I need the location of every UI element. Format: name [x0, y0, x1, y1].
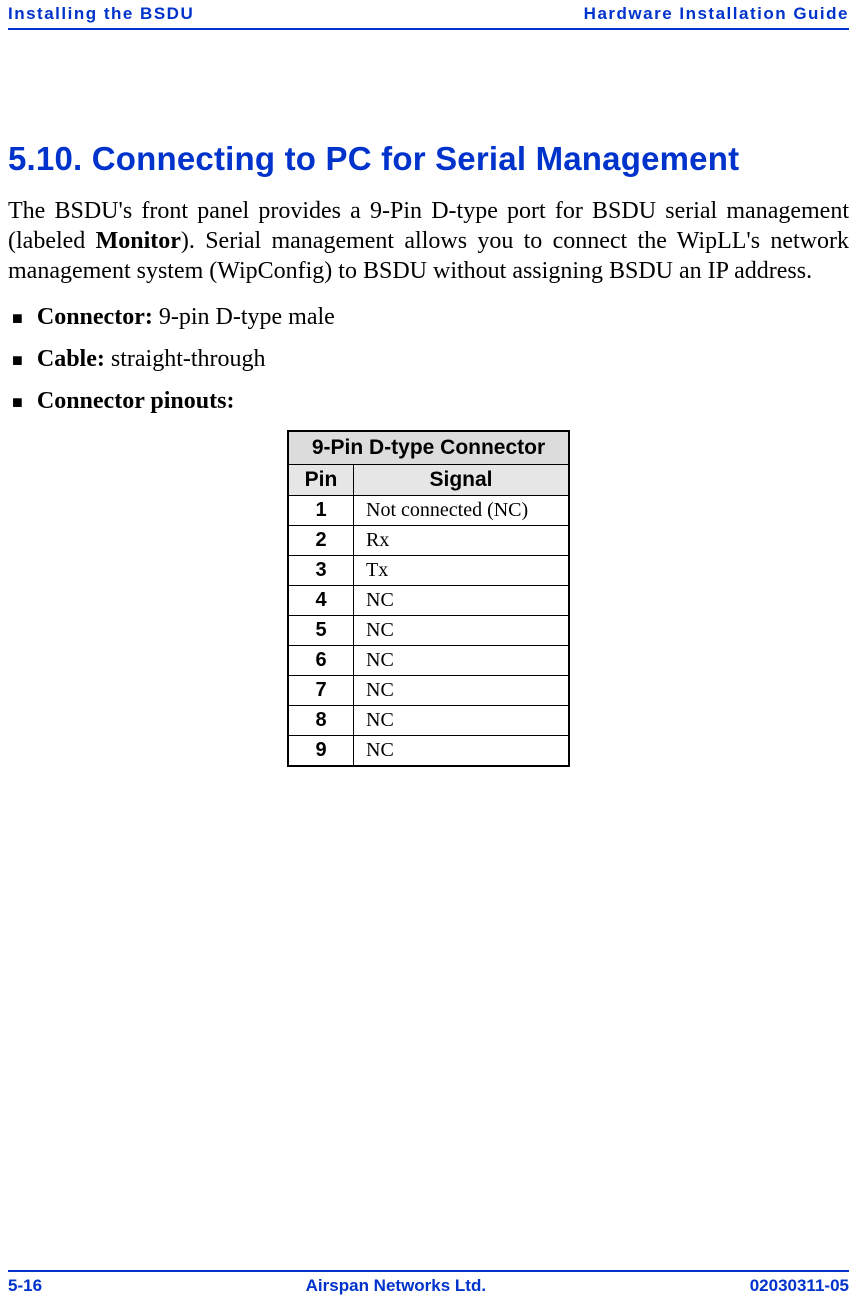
square-bullet-icon: ■ [12, 346, 23, 374]
pin-cell: 3 [288, 556, 354, 586]
signal-cell: NC [354, 706, 570, 736]
signal-cell: Rx [354, 526, 570, 556]
list-item-text: Cable: straight-through [37, 346, 849, 373]
signal-cell: Tx [354, 556, 570, 586]
list-item-value: 9-pin D-type male [153, 304, 335, 330]
pin-cell: 1 [288, 496, 354, 526]
pin-cell: 4 [288, 586, 354, 616]
page-header: Installing the BSDU Hardware Installatio… [0, 0, 857, 24]
table-row: 9NC [288, 736, 569, 767]
table-title-row: 9-Pin D-type Connector [288, 431, 569, 465]
footer-left-page: 5-16 [8, 1276, 42, 1296]
signal-cell: NC [354, 736, 570, 767]
table-row: 5NC [288, 616, 569, 646]
col-header-pin: Pin [288, 465, 354, 496]
signal-cell: NC [354, 586, 570, 616]
square-bullet-icon: ■ [12, 304, 23, 332]
intro-paragraph: The BSDU's front panel provides a 9-Pin … [8, 196, 849, 286]
list-item-label: Connector: [37, 304, 153, 330]
square-bullet-icon: ■ [12, 388, 23, 416]
pin-cell: 9 [288, 736, 354, 767]
list-item: ■ Connector: 9-pin D-type male [8, 304, 849, 332]
content-area: 5.10. Connecting to PC for Serial Manage… [0, 140, 857, 767]
list-item-text: Connector pinouts: [37, 388, 849, 415]
pin-cell: 5 [288, 616, 354, 646]
table-row: 2Rx [288, 526, 569, 556]
pin-cell: 8 [288, 706, 354, 736]
header-right: Hardware Installation Guide [584, 4, 849, 24]
signal-cell: NC [354, 616, 570, 646]
pinout-table: 9-Pin D-type Connector Pin Signal 1Not c… [287, 430, 570, 767]
list-item-label: Connector pinouts: [37, 388, 235, 414]
footer-right-doc: 02030311-05 [750, 1276, 849, 1296]
list-item-text: Connector: 9-pin D-type male [37, 304, 849, 331]
col-header-signal: Signal [354, 465, 570, 496]
list-item-value: straight-through [105, 346, 266, 372]
table-row: 3Tx [288, 556, 569, 586]
header-left: Installing the BSDU [8, 4, 194, 24]
header-rule [8, 28, 849, 30]
table-row: 7NC [288, 676, 569, 706]
list-item: ■ Cable: straight-through [8, 346, 849, 374]
page-footer: 5-16 Airspan Networks Ltd. 02030311-05 [0, 1270, 857, 1296]
footer-center-company: Airspan Networks Ltd. [306, 1276, 486, 1296]
pin-cell: 6 [288, 646, 354, 676]
section-heading: 5.10. Connecting to PC for Serial Manage… [8, 140, 849, 178]
pinout-table-wrap: 9-Pin D-type Connector Pin Signal 1Not c… [8, 430, 849, 767]
bullet-list: ■ Connector: 9-pin D-type male ■ Cable: … [8, 304, 849, 416]
table-row: 8NC [288, 706, 569, 736]
footer-row: 5-16 Airspan Networks Ltd. 02030311-05 [0, 1274, 857, 1296]
table-row: 6NC [288, 646, 569, 676]
list-item-label: Cable: [37, 346, 105, 372]
table-title: 9-Pin D-type Connector [288, 431, 569, 465]
list-item: ■ Connector pinouts: [8, 388, 849, 416]
pin-cell: 7 [288, 676, 354, 706]
pin-cell: 2 [288, 526, 354, 556]
table-row: 4NC [288, 586, 569, 616]
signal-cell: NC [354, 676, 570, 706]
table-row: 1Not connected (NC) [288, 496, 569, 526]
signal-cell: Not connected (NC) [354, 496, 570, 526]
para-bold-monitor: Monitor [96, 228, 181, 254]
table-header-row: Pin Signal [288, 465, 569, 496]
signal-cell: NC [354, 646, 570, 676]
footer-rule [8, 1270, 849, 1272]
